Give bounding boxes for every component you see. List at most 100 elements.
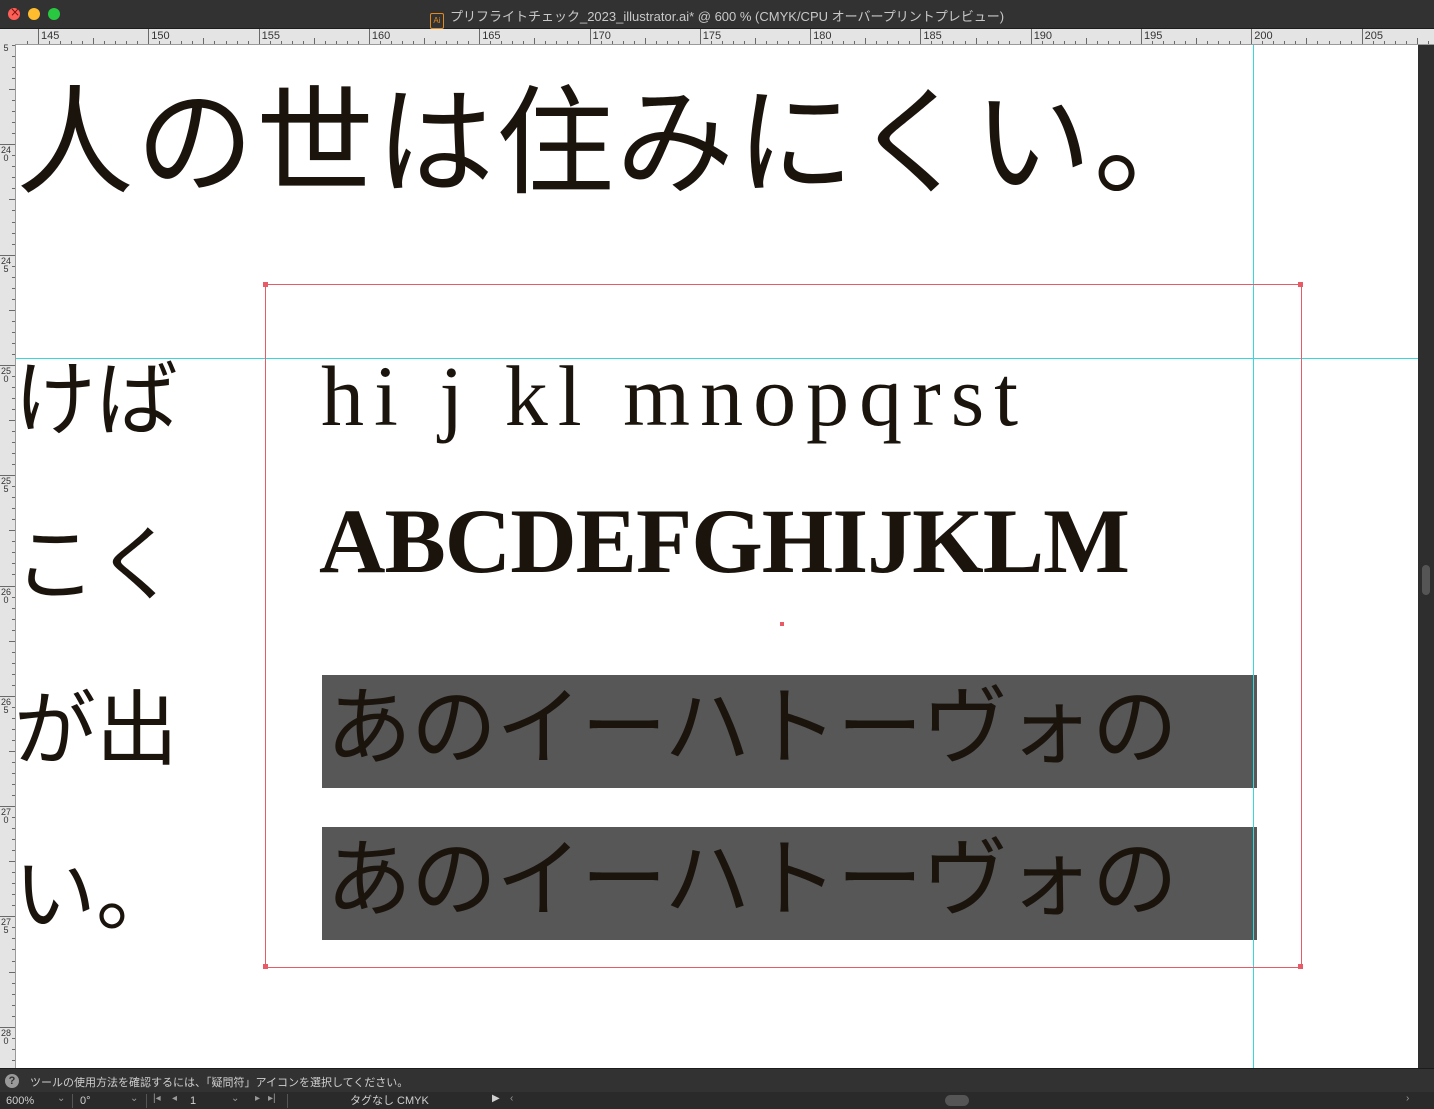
ruler-tick [12, 122, 15, 124]
ruler-tick [12, 706, 15, 708]
ruler-tick [12, 817, 15, 819]
ruler-tick [12, 982, 15, 984]
ruler-tick [12, 232, 15, 234]
ruler-tick [534, 38, 536, 44]
next-artboard-icon[interactable]: ▸ [255, 1093, 260, 1104]
ruler-tick [12, 883, 15, 885]
ruler-tick [1328, 41, 1330, 44]
ruler-tick [12, 1015, 15, 1017]
ruler-tick [799, 41, 801, 44]
ruler-tick [1174, 41, 1176, 44]
ruler-tick [12, 828, 15, 830]
ruler-tick [12, 287, 15, 289]
ruler-tick [148, 29, 150, 44]
ruler-tick [12, 464, 15, 466]
ruler-tick [12, 78, 15, 80]
ruler-tick [1096, 41, 1098, 44]
vertical-ruler[interactable]: 235 240 245 250 255 260 265 270 275 280 [0, 44, 16, 1068]
ruler-tick [1350, 41, 1352, 44]
ruler-tick [1074, 41, 1076, 44]
zoom-level-field[interactable]: 600% [6, 1094, 50, 1108]
ruler-tick [1295, 41, 1297, 44]
selection-bounding-box[interactable] [265, 284, 1302, 968]
japanese-headline-text[interactable]: 人の世は住みにくい。 [16, 73, 1214, 215]
info-menu-arrow-icon[interactable]: ▶ [492, 1093, 500, 1104]
ruler-label: 205 [1364, 30, 1383, 42]
ruler-tick [1196, 38, 1198, 44]
ruler-tick [12, 155, 15, 157]
ruler-tick [1317, 41, 1319, 44]
scroll-right-icon[interactable]: › [1406, 1093, 1409, 1104]
ruler-tick [1129, 41, 1131, 44]
ruler-tick [876, 41, 878, 44]
ruler-tick [9, 971, 15, 973]
zoom-dropdown-chevron-icon[interactable]: ⌄ [57, 1093, 65, 1104]
ruler-tick [12, 596, 15, 598]
ruler-tick [12, 431, 15, 433]
ruler-tick [9, 89, 15, 91]
ruler-tick [9, 750, 15, 752]
ruler-tick [468, 41, 470, 44]
ruler-tick [1427, 41, 1429, 44]
selection-handle-bottom-left[interactable] [263, 964, 268, 969]
ruler-tick [9, 199, 15, 201]
ruler-tick [446, 41, 448, 44]
scroll-left-icon[interactable]: ‹ [510, 1093, 513, 1104]
ruler-tick [170, 41, 172, 44]
ruler-tick [12, 519, 15, 521]
ruler-tick [390, 41, 392, 44]
ruler-tick [12, 166, 15, 168]
first-artboard-icon[interactable]: |◂ [153, 1093, 161, 1104]
ruler-tick [12, 442, 15, 444]
ruler-tick [611, 41, 613, 44]
ruler-tick [12, 894, 15, 896]
ruler-tick [12, 728, 15, 730]
artboard-canvas[interactable]: 人の世は住みにくい。 けば こく が出 い。 hi j kl mnopqrst … [16, 45, 1418, 1068]
ruler-tick [12, 739, 15, 741]
ruler-tick [12, 342, 15, 344]
ruler-tick [810, 29, 812, 44]
ruler-tick [313, 38, 315, 44]
vertical-scroll-thumb[interactable] [1422, 565, 1430, 595]
horizontal-ruler[interactable]: 145 150 155 160 165 170 175 180 185 190 195 200 205 [16, 29, 1434, 45]
ruler-tick [1284, 41, 1286, 44]
selection-handle-top-left[interactable] [263, 282, 268, 287]
ruler-tick [9, 530, 15, 532]
selection-handle-top-right[interactable] [1298, 282, 1303, 287]
ruler-tick [12, 717, 15, 719]
rotation-field[interactable]: 0° [80, 1094, 120, 1108]
ruler-label: 270 [1, 807, 12, 826]
help-question-icon[interactable]: ? [5, 1074, 19, 1088]
ruler-tick [677, 41, 679, 44]
japanese-vertical-fragment-1[interactable]: けば [16, 360, 178, 442]
ruler-tick [523, 41, 525, 44]
ruler-tick [71, 41, 73, 44]
ruler-label: 260 [1, 586, 12, 605]
ruler-tick [1185, 41, 1187, 44]
ruler-tick [12, 298, 15, 300]
japanese-vertical-fragment-3[interactable]: が出 [16, 690, 178, 772]
previous-artboard-icon[interactable]: ◂ [172, 1093, 177, 1104]
ruler-tick [9, 640, 15, 642]
ruler-tick [12, 905, 15, 907]
selection-handle-bottom-right[interactable] [1298, 964, 1303, 969]
artboard-dropdown-chevron-icon[interactable]: ⌄ [231, 1093, 239, 1104]
ruler-tick [975, 38, 977, 44]
ruler-label: 245 [1, 255, 12, 274]
rotation-dropdown-chevron-icon[interactable]: ⌄ [130, 1093, 138, 1104]
ruler-tick [192, 41, 194, 44]
ruler-tick [12, 133, 15, 135]
ruler-origin-corner[interactable] [0, 29, 16, 45]
document-info-bar: 600% ⌄ 0° ⌄ |◂ ◂ 1 ⌄ ▸ ▸| タグなし CMYK ▶ ‹ … [0, 1092, 1434, 1109]
last-artboard-icon[interactable]: ▸| [268, 1093, 276, 1104]
artboard-number-field[interactable]: 1 [190, 1094, 220, 1108]
japanese-vertical-fragment-2[interactable]: こく [16, 525, 178, 607]
ruler-tick [12, 1059, 15, 1061]
ruler-tick [1063, 41, 1065, 44]
ruler-tick [12, 574, 15, 576]
horizontal-scroll-thumb[interactable] [945, 1095, 969, 1106]
japanese-vertical-fragment-4[interactable]: い。 [16, 855, 178, 937]
ruler-tick [12, 1004, 15, 1006]
ruler-tick [1030, 29, 1032, 44]
vertical-scrollbar[interactable] [1418, 45, 1434, 1068]
